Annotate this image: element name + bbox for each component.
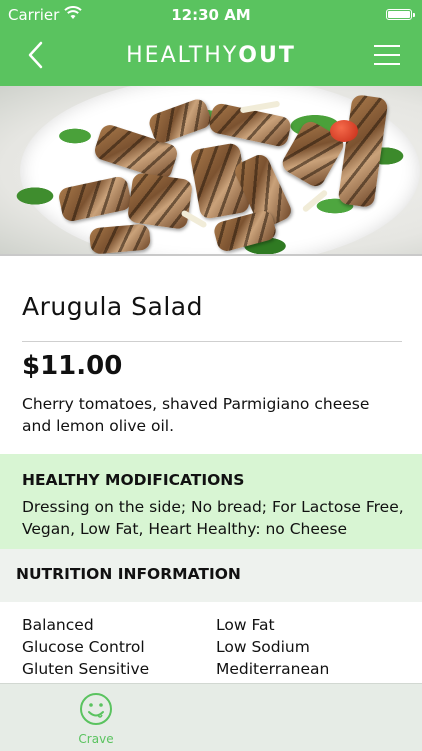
nutrition-header: NUTRITION INFORMATION <box>0 549 422 602</box>
menu-icon[interactable] <box>374 45 400 65</box>
tab-crave[interactable]: Crave <box>66 690 126 746</box>
clock: 12:30 AM <box>171 6 251 24</box>
app-logo: HEALTHYOUT <box>0 43 422 68</box>
dish-price: $11.00 <box>22 351 123 381</box>
healthy-modifications-section: HEALTHY MODIFICATIONS Dressing on the si… <box>0 454 422 549</box>
tab-bar: Crave <box>0 683 422 751</box>
nutrition-heading: NUTRITION INFORMATION <box>16 565 241 583</box>
nutrition-item: Glucose Control <box>22 638 145 656</box>
divider <box>22 341 402 342</box>
status-bar: Carrier 12:30 AM <box>0 0 422 30</box>
dish-name: Arugula Salad <box>22 292 203 321</box>
battery-icon <box>386 9 415 20</box>
brand-light-text: HEALTHY <box>126 43 239 68</box>
nav-bar: HEALTHYOUT <box>0 30 422 86</box>
dish-description: Cherry tomatoes, shaved Parmigiano chees… <box>22 395 370 435</box>
nutrition-item: Low Fat <box>216 616 275 634</box>
nutrition-item: Gluten Sensitive <box>22 660 150 678</box>
dish-photo <box>0 86 422 256</box>
header: Carrier 12:30 AM HEALTHYOUT <box>0 0 422 86</box>
brand-bold-text: OUT <box>238 43 296 68</box>
nutrition-item: Low Sodium <box>216 638 310 656</box>
nutrition-item: Mediterranean <box>216 660 330 678</box>
smiley-icon <box>80 693 112 725</box>
modifications-text: Dressing on the side; No bread; For Lact… <box>22 498 404 538</box>
nutrition-item: Balanced <box>22 616 94 634</box>
tab-crave-label: Crave <box>78 732 114 746</box>
modifications-heading: HEALTHY MODIFICATIONS <box>22 471 245 489</box>
